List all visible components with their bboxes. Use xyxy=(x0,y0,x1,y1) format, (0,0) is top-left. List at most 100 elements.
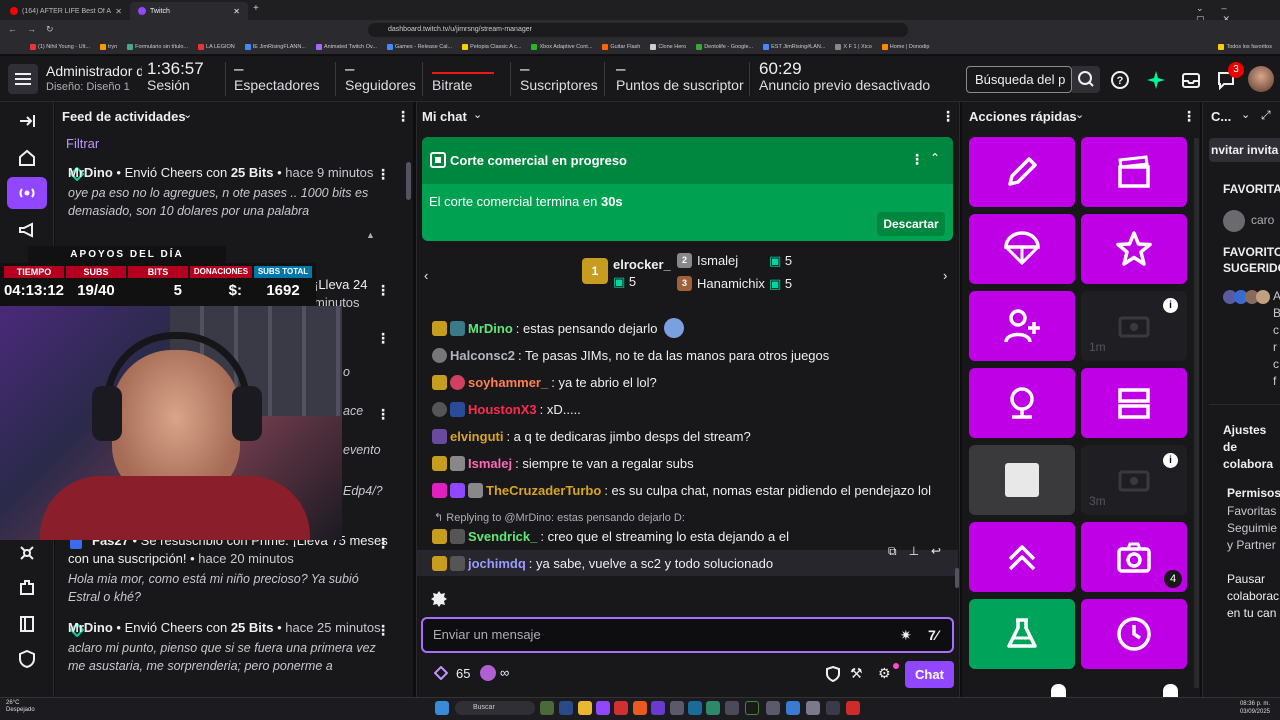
feed-menu-icon[interactable]: ⋮ xyxy=(396,108,410,125)
layout-tile[interactable] xyxy=(1081,368,1187,438)
prediction-tile[interactable] xyxy=(969,599,1075,669)
custom-image-tile[interactable] xyxy=(969,445,1075,515)
expand-icon[interactable]: ⤢ xyxy=(1261,108,1271,123)
carousel-prev-icon[interactable]: ‹ xyxy=(424,268,428,283)
highlight-tile[interactable] xyxy=(1081,214,1187,284)
chat-username[interactable]: TheCruzaderTurbo xyxy=(486,483,601,498)
raid-tile[interactable] xyxy=(969,214,1075,284)
info-icon[interactable]: i xyxy=(1163,298,1178,313)
role-block[interactable]: Administrador de Diseño: Diseño 1 xyxy=(46,63,142,93)
chat-message[interactable]: Ismalej: siempre te van a regalar subs xyxy=(432,452,952,474)
chat-username[interactable]: jochimdq xyxy=(468,556,526,571)
library-icon[interactable] xyxy=(7,608,47,640)
feed-item-menu-icon[interactable]: ⋮ xyxy=(376,535,390,552)
bookmark-item[interactable]: Petopia Classic A c... xyxy=(462,44,521,50)
sparkle-emote-icon[interactable]: ✷ xyxy=(900,627,912,644)
chat-menu-icon[interactable]: ⋮ xyxy=(941,108,955,125)
creator-tools-icon[interactable] xyxy=(7,537,47,569)
taskbar-app-icon[interactable] xyxy=(670,701,684,715)
chat-settings-icon[interactable] xyxy=(430,590,448,608)
feed-item-menu-icon[interactable]: ⋮ xyxy=(376,166,390,183)
chat-message[interactable]: TheCruzaderTurbo: es su culpa chat, noma… xyxy=(432,479,952,501)
collapse-icon[interactable]: ⌃ xyxy=(930,151,940,165)
add-user-tile[interactable] xyxy=(969,291,1075,361)
pause-collab-text[interactable]: Pausar colaborac en tu can xyxy=(1227,571,1280,622)
banner-menu-icon[interactable]: ⋮ xyxy=(910,151,924,168)
search-input[interactable]: Búsqueda del p xyxy=(966,66,1072,93)
bookmark-item[interactable]: Dentolife - Google... xyxy=(696,44,753,50)
feed-scrollbar[interactable] xyxy=(406,162,411,200)
bookmark-item[interactable]: Clone Hero xyxy=(650,44,686,50)
help-icon[interactable]: ? xyxy=(1110,70,1130,90)
chat-username[interactable]: Ismalej xyxy=(468,456,512,471)
avatar[interactable] xyxy=(1223,210,1245,232)
clip-tile[interactable] xyxy=(1081,137,1187,207)
chevron-down-icon[interactable]: ⌄ xyxy=(473,108,482,121)
bookmark-item[interactable]: LA LEGION xyxy=(198,44,235,50)
copy-icon[interactable]: ⧉ xyxy=(888,544,909,558)
info-icon[interactable]: i xyxy=(1163,453,1178,468)
edit-stream-info-tile[interactable] xyxy=(969,137,1075,207)
bookmark-item[interactable]: Xbox Adaptive Cont... xyxy=(531,44,592,50)
chat-username[interactable]: soyhammer_ xyxy=(468,375,548,390)
taskbar-app-icon[interactable] xyxy=(540,701,554,715)
reply-icon[interactable]: ↩ xyxy=(931,544,953,558)
chat-scrollbar[interactable] xyxy=(955,568,959,588)
browser-tab-twitch[interactable]: Twitch ✕ xyxy=(130,2,248,20)
feed-item-menu-icon[interactable]: ⋮ xyxy=(376,330,390,347)
chat-username[interactable]: Svendrick_ xyxy=(468,529,537,544)
taskbar-app-icon[interactable] xyxy=(766,701,780,715)
chat-message[interactable]: Svendrick_: creo que el streaming lo est… xyxy=(432,525,952,547)
chat-message[interactable]: soyhammer_: ya te abrio el lol? xyxy=(432,371,952,393)
taskbar-app-icon[interactable] xyxy=(725,701,739,715)
gear-icon[interactable]: ⚙ xyxy=(878,665,891,682)
taskbar-app-icon[interactable] xyxy=(559,701,573,715)
chevron-down-icon[interactable]: ⌄ xyxy=(1075,108,1084,121)
channel-reward-tile[interactable] xyxy=(969,368,1075,438)
bookmark-item[interactable]: tryn xyxy=(99,44,117,50)
weather-widget[interactable]: 26°C Despejado xyxy=(6,700,35,714)
folder-icon[interactable] xyxy=(578,701,592,715)
bookmark-item[interactable]: Home | Donodip xyxy=(881,44,929,50)
invite-button[interactable]: nvitar invita xyxy=(1209,138,1280,162)
expand-arrow-icon[interactable]: ▲ xyxy=(366,230,375,240)
taskbar-app-icon[interactable] xyxy=(846,701,860,715)
extensions-icon[interactable] xyxy=(7,572,47,604)
channel-points-icon[interactable] xyxy=(434,666,448,680)
terminal-icon[interactable] xyxy=(745,701,759,715)
bookmark-item[interactable]: (1) Nihil Young - Ult... xyxy=(30,44,90,50)
bookmark-all[interactable]: Todos los favoritos xyxy=(1218,44,1272,50)
feed-item-menu-icon[interactable]: ⋮ xyxy=(376,406,390,423)
dismiss-button[interactable]: Descartar xyxy=(877,212,945,236)
pin-icon[interactable]: ⊥ xyxy=(909,544,931,558)
nav-buttons[interactable]: ←→↻ xyxy=(8,24,64,35)
taskbar-app-icon[interactable] xyxy=(596,701,610,715)
taskbar-app-icon[interactable] xyxy=(706,701,720,715)
chat-message[interactable]: MrDino: estas pensando dejarlo xyxy=(432,317,952,339)
message-actions[interactable]: ⧉⊥↩ xyxy=(888,544,953,559)
taskbar-app-icon[interactable] xyxy=(614,701,628,715)
shield-icon[interactable] xyxy=(7,643,47,675)
taskbar-app-icon[interactable] xyxy=(651,701,665,715)
clock[interactable]: 08:36 p. m. 03/09/2025 xyxy=(1210,700,1270,716)
search-icon[interactable] xyxy=(1072,66,1100,93)
brave-icon[interactable] xyxy=(633,701,647,715)
browser-tab-youtube[interactable]: (164) AFTER LIFE Best Of Anyma 2023 ... … xyxy=(2,2,130,20)
suggested-avatars[interactable] xyxy=(1223,290,1279,304)
taskbar-search[interactable]: Buscar xyxy=(455,701,535,715)
close-tab-icon[interactable]: ✕ xyxy=(233,7,240,16)
tools-icon[interactable]: ⚒ xyxy=(850,665,863,682)
taskbar-app-icon[interactable] xyxy=(786,701,800,715)
feed-item-menu-icon[interactable]: ⋮ xyxy=(376,622,390,639)
chat-message[interactable]: Halconsc2: Te pasas JIMs, no te da las m… xyxy=(432,344,952,366)
new-tab-button[interactable]: + xyxy=(253,3,259,14)
taskbar-app-icon[interactable] xyxy=(826,701,840,715)
feed-user[interactable]: MrDino xyxy=(68,620,113,635)
bookmark-item[interactable]: EST JimRising#LAN... xyxy=(763,44,825,50)
chat-username[interactable]: elvinguti xyxy=(450,429,503,444)
chevron-down-icon[interactable]: ⌄ xyxy=(183,108,192,121)
sparkle-icon[interactable] xyxy=(1146,70,1166,90)
chat-message[interactable]: elvinguti: a q te dedicaras jimbo desps … xyxy=(432,425,952,447)
chat-message[interactable]: jochimdq: ya sabe, vuelve a sc2 y todo s… xyxy=(432,552,952,574)
chat-message[interactable]: HoustonX3: xD..... xyxy=(432,398,952,420)
